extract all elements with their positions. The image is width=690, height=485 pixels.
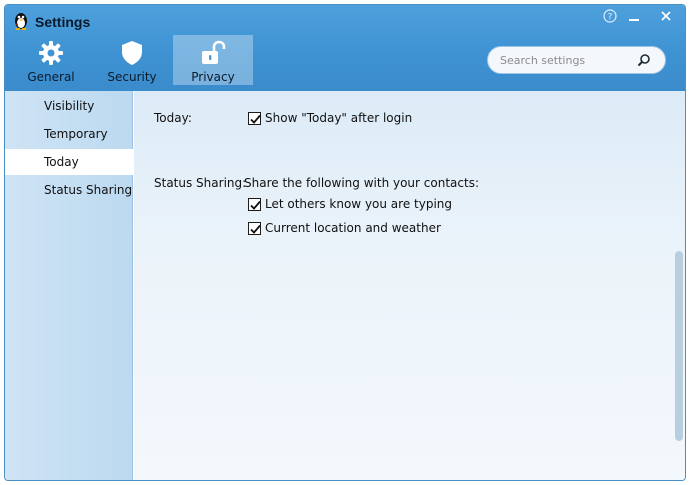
checkmark-icon xyxy=(250,114,261,124)
close-button[interactable] xyxy=(655,9,677,27)
sidebar-item-temporary-chat[interactable]: Temporary Chat xyxy=(5,121,133,167)
show-today-checkbox[interactable] xyxy=(248,112,261,125)
window-title: Settings xyxy=(35,14,91,30)
help-button[interactable]: ? xyxy=(599,9,621,27)
help-icon: ? xyxy=(599,9,621,23)
status-sharing-description: Share the following with your contacts: xyxy=(244,176,479,190)
unlock-icon xyxy=(173,40,253,66)
typing-checkbox[interactable] xyxy=(248,198,261,211)
settings-window: Settings ? General Security Privacy Sear… xyxy=(4,4,686,481)
tab-general[interactable]: General xyxy=(11,35,91,85)
location-weather-label[interactable]: Current location and weather xyxy=(265,221,441,235)
shield-icon xyxy=(92,40,172,66)
sidebar-item-visibility[interactable]: Visibility xyxy=(5,93,133,119)
location-weather-checkbox[interactable] xyxy=(248,222,261,235)
sidebar-item-status-sharing[interactable]: Status Sharing xyxy=(5,177,133,203)
search-box xyxy=(487,46,666,74)
title-bar: Settings ? General Security Privacy Sear… xyxy=(5,5,685,91)
show-today-label[interactable]: Show "Today" after login xyxy=(265,111,412,125)
sidebar: Visibility Temporary Chat Today Status S… xyxy=(5,91,133,480)
close-icon xyxy=(655,9,677,23)
minimize-icon xyxy=(623,9,645,23)
scrollbar[interactable] xyxy=(675,191,683,473)
search-input[interactable] xyxy=(500,52,630,68)
checkmark-icon xyxy=(250,224,261,234)
sidebar-item-today[interactable]: Today xyxy=(5,149,133,175)
typing-label[interactable]: Let others know you are typing xyxy=(265,197,452,211)
tab-security-label: Security xyxy=(107,70,157,84)
tab-general-label: General xyxy=(27,70,75,84)
svg-text:?: ? xyxy=(608,13,613,23)
settings-content: Today: Show "Today" after login Status S… xyxy=(134,91,685,480)
today-section-label: Today: xyxy=(154,111,192,125)
tab-privacy-label: Privacy xyxy=(191,70,235,84)
tab-privacy[interactable]: Privacy xyxy=(173,35,253,85)
scrollbar-thumb[interactable] xyxy=(675,251,683,441)
status-sharing-section-label: Status Sharing: xyxy=(154,176,247,190)
tab-security[interactable]: Security xyxy=(92,35,172,85)
penguin-logo-icon xyxy=(12,10,30,30)
minimize-button[interactable] xyxy=(623,9,645,27)
checkmark-icon xyxy=(250,200,261,210)
search-icon[interactable] xyxy=(637,53,651,70)
gear-icon xyxy=(11,40,91,66)
